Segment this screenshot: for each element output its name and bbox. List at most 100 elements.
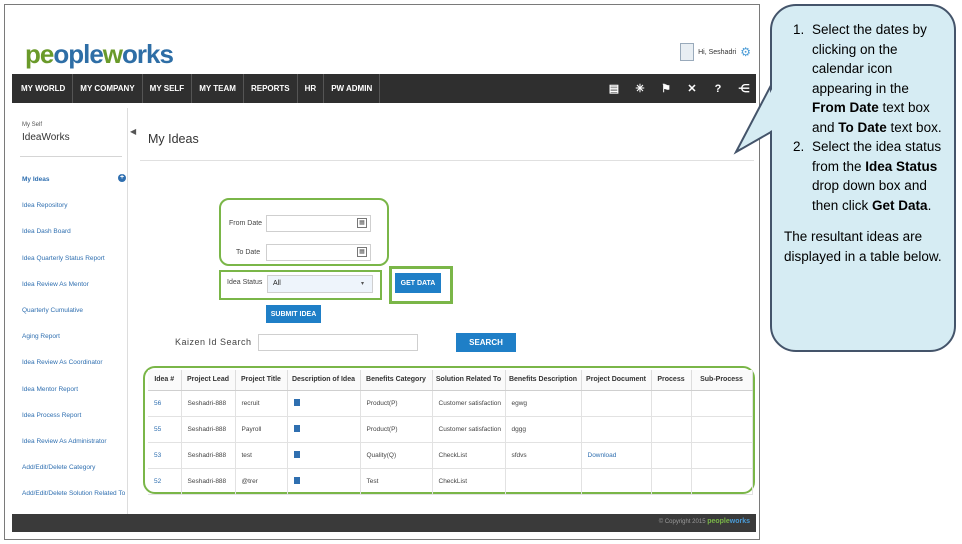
- sidebar-divider: [20, 156, 122, 157]
- nav-my-world[interactable]: MY WORLD: [14, 74, 74, 103]
- table-cell: Seshadri-888: [181, 390, 236, 417]
- idea-number-link[interactable]: 52: [148, 468, 182, 495]
- sidebar-item-edit-category[interactable]: Add/Edit/Delete Category: [22, 462, 126, 488]
- sidebar-item-quarterly-status[interactable]: Idea Quarterly Status Report: [22, 253, 126, 279]
- user-area[interactable]: Hi, Seshadri ⚙: [680, 43, 751, 61]
- sidebar-item-quarterly-cumulative[interactable]: Quarterly Cumulative: [22, 305, 126, 331]
- idea-status-select[interactable]: All ▾: [267, 275, 373, 293]
- sidebar-menu: My Ideas + Idea Repository Idea Dash Boar…: [22, 174, 126, 514]
- nav-my-team[interactable]: MY TEAM: [192, 74, 244, 103]
- get-data-button[interactable]: GET DATA: [395, 273, 441, 293]
- sidebar: My Self IdeaWorks My Ideas + Idea Reposit…: [12, 108, 128, 514]
- idea-number-link[interactable]: 53: [148, 442, 182, 469]
- share-icon[interactable]: ⋲: [738, 82, 750, 95]
- document-icon[interactable]: [293, 398, 300, 406]
- search-button[interactable]: SEARCH: [456, 333, 516, 352]
- col-solution-related[interactable]: Solution Related To: [432, 370, 506, 391]
- col-benefits-description[interactable]: Benefits Description: [505, 370, 582, 391]
- table-cell: sfdvs: [505, 442, 582, 469]
- table-cell: [287, 468, 361, 495]
- table-cell: recruit: [235, 390, 288, 417]
- sidebar-item-review-coordinator[interactable]: Idea Review As Coordinator: [22, 357, 126, 383]
- col-description[interactable]: Description of Idea: [287, 370, 361, 391]
- col-project-lead[interactable]: Project Lead: [181, 370, 236, 391]
- table-cell: [691, 416, 753, 443]
- nav-pw-admin[interactable]: PW ADMIN: [324, 74, 381, 103]
- help-icon[interactable]: ?: [712, 83, 724, 95]
- table-cell: [581, 416, 652, 443]
- bulb-icon[interactable]: ✳: [634, 82, 646, 95]
- table-cell: [581, 390, 652, 417]
- table-cell: [691, 468, 753, 495]
- collapse-sidebar-icon[interactable]: ◀: [130, 127, 136, 136]
- table-row: 53 Seshadri-888 test Quality(Q) CheckLis…: [148, 442, 753, 469]
- col-idea-number[interactable]: Idea #: [148, 370, 182, 391]
- sidebar-item-mentor-report[interactable]: Idea Mentor Report: [22, 384, 126, 410]
- nav-my-company[interactable]: MY COMPANY: [73, 74, 143, 103]
- calendar-icon[interactable]: ▦: [357, 218, 367, 228]
- peopleworks-logo: peopleworks: [25, 39, 174, 69]
- col-process[interactable]: Process: [651, 370, 692, 391]
- download-link[interactable]: Download: [581, 442, 652, 469]
- table-cell: [651, 442, 692, 469]
- sidebar-breadcrumb: My Self: [22, 122, 43, 128]
- table-cell: [581, 468, 652, 495]
- col-project-document[interactable]: Project Document: [581, 370, 652, 391]
- idea-number-link[interactable]: 56: [148, 390, 182, 417]
- sidebar-item-aging-report[interactable]: Aging Report: [22, 331, 126, 357]
- table-cell: Seshadri-888: [181, 442, 236, 469]
- col-benefits-category[interactable]: Benefits Category: [360, 370, 433, 391]
- document-icon[interactable]: [293, 476, 300, 484]
- avatar[interactable]: [680, 43, 695, 61]
- table-cell: Customer satisfaction: [432, 390, 506, 417]
- sidebar-item-edit-solution[interactable]: Add/Edit/Delete Solution Related To: [22, 488, 126, 514]
- flag-icon[interactable]: ⚑: [660, 82, 672, 95]
- submit-idea-button[interactable]: SUBMIT IDEA: [266, 305, 321, 323]
- idea-status-label: Idea Status: [227, 279, 263, 286]
- sidebar-item-process-report[interactable]: Idea Process Report: [22, 410, 126, 436]
- table-cell: [287, 390, 361, 417]
- to-date-input[interactable]: ▦: [266, 244, 371, 261]
- book-icon[interactable]: ▤: [608, 82, 620, 95]
- kaizen-search-input[interactable]: [258, 334, 418, 351]
- plus-icon[interactable]: +: [118, 174, 126, 182]
- sidebar-item-idea-dash-board[interactable]: Idea Dash Board: [22, 226, 126, 252]
- table-cell: egwg: [505, 390, 582, 417]
- table-row: 55 Seshadri-888 Payroll Product(P) Custo…: [148, 416, 753, 443]
- calendar-icon[interactable]: ▦: [357, 247, 367, 257]
- nav-reports[interactable]: REPORTS: [244, 74, 298, 103]
- table-cell: @trer: [235, 468, 288, 495]
- sidebar-item-idea-repository[interactable]: Idea Repository: [22, 200, 126, 226]
- gear-icon[interactable]: ⚙: [740, 45, 751, 59]
- table-cell: Test: [360, 468, 433, 495]
- table-cell: [691, 442, 753, 469]
- sidebar-item-my-ideas[interactable]: My Ideas +: [22, 174, 126, 200]
- table-cell: Product(P): [360, 390, 433, 417]
- document-icon[interactable]: [293, 424, 300, 432]
- nav-my-self[interactable]: MY SELF: [143, 74, 193, 103]
- ideas-table: Idea # Project Lead Project Title Descri…: [148, 370, 753, 495]
- from-date-input[interactable]: ▦: [266, 215, 371, 232]
- nav-hr[interactable]: HR: [298, 74, 325, 103]
- table-cell: Seshadri-888: [181, 468, 236, 495]
- table-cell: Payroll: [235, 416, 288, 443]
- sidebar-item-review-administrator[interactable]: Idea Review As Administrator: [22, 436, 126, 462]
- table-row: 52 Seshadri-888 @trer Test CheckList: [148, 468, 753, 495]
- document-icon[interactable]: [293, 450, 300, 458]
- instruction-callout: Select the dates by clicking on the cale…: [770, 4, 956, 352]
- footer-copyright: © Copyright 2015 peopleworks: [658, 518, 750, 525]
- table-cell: [691, 390, 753, 417]
- idea-number-link[interactable]: 55: [148, 416, 182, 443]
- table-cell: Seshadri-888: [181, 416, 236, 443]
- title-divider: [140, 160, 754, 161]
- table-cell: [651, 390, 692, 417]
- col-project-title[interactable]: Project Title: [235, 370, 288, 391]
- table-cell: [505, 468, 582, 495]
- table-cell: [287, 416, 361, 443]
- chevron-down-icon: ▾: [360, 281, 364, 287]
- sidebar-item-review-mentor[interactable]: Idea Review As Mentor: [22, 279, 126, 305]
- col-sub-process[interactable]: Sub-Process: [691, 370, 753, 391]
- table-cell: dggg: [505, 416, 582, 443]
- table-cell: CheckList: [432, 442, 506, 469]
- tools-icon[interactable]: ✕: [686, 82, 698, 95]
